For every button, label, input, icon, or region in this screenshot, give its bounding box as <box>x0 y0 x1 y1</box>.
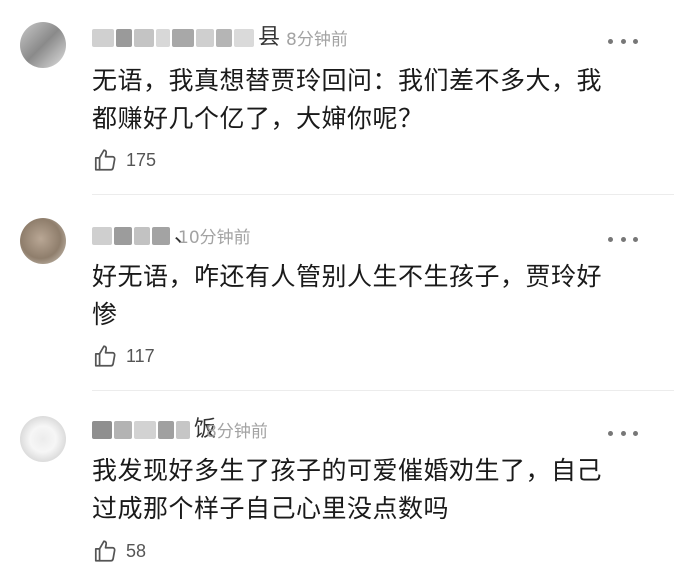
avatar[interactable] <box>20 22 66 68</box>
divider <box>92 390 674 391</box>
thumbs-up-icon <box>94 149 116 171</box>
like-count: 117 <box>126 345 155 366</box>
like-button[interactable]: 175 <box>92 146 156 174</box>
username-visible-char: 县 <box>258 25 281 50</box>
comment-text: 好无语，咋还有人管别人生不生孩子，贾玲好 惨 <box>92 262 603 329</box>
comment-text: 无语，我真想替贾玲回问：我们差不多大，我 都赚好几个亿了，大婶你呢？ <box>92 66 603 133</box>
thumbs-up-icon <box>94 540 116 562</box>
more-dots-icon[interactable] <box>608 36 638 46</box>
more-dots-icon[interactable] <box>608 234 638 244</box>
divider <box>92 194 674 195</box>
username[interactable]: 县 <box>92 26 280 50</box>
username[interactable]: 饭 <box>92 418 216 442</box>
avatar[interactable] <box>20 416 66 462</box>
like-button[interactable]: 117 <box>92 342 155 370</box>
more-dots-icon[interactable] <box>608 428 638 438</box>
comment-time: 8分钟前 <box>206 422 268 442</box>
like-button[interactable]: 58 <box>92 537 146 565</box>
thumbs-up-icon <box>94 345 116 367</box>
like-count: 175 <box>126 149 157 170</box>
like-count: 58 <box>126 540 147 561</box>
comment-time: 8分钟前 <box>286 30 348 50</box>
comment-text: 我发现好多生了孩子的可爱催婚劝生了，自己 过成那个样子自己心里没点数吗 <box>92 456 603 523</box>
comment-time: 10分钟前 <box>178 228 251 248</box>
avatar[interactable] <box>20 218 66 264</box>
